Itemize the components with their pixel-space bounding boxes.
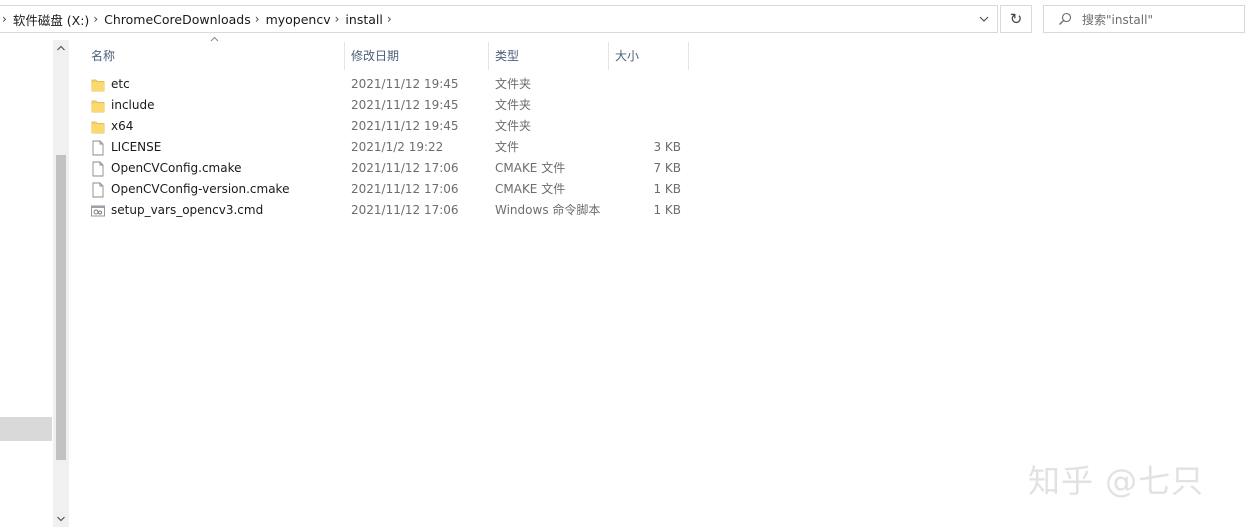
file-size <box>608 74 681 95</box>
breadcrumb-separator[interactable]: › <box>0 12 13 26</box>
file-date: 2021/1/2 19:22 <box>351 140 444 154</box>
column-header-name[interactable]: 名称 <box>88 42 344 70</box>
navigation-pane[interactable] <box>0 40 52 527</box>
column-divider[interactable] <box>344 42 345 70</box>
column-header-size[interactable]: 大小 <box>612 42 688 70</box>
file-icon <box>92 161 104 177</box>
column-divider[interactable] <box>688 42 689 70</box>
breadcrumb-separator[interactable]: › <box>89 12 104 26</box>
file-date: 2021/11/12 17:06 <box>351 161 459 175</box>
file-size: 1 KB <box>653 203 681 217</box>
file-size <box>608 95 681 116</box>
cmd-file-icon <box>91 205 105 217</box>
folder-icon <box>91 79 105 92</box>
file-name: OpenCVConfig-version.cmake <box>111 182 290 196</box>
file-size: 7 KB <box>653 161 681 175</box>
file-row-license[interactable]: LICENSE 2021/1/2 19:22 文件 3 KB <box>88 137 688 158</box>
file-date: 2021/11/12 17:06 <box>351 203 459 217</box>
file-icon <box>92 140 104 156</box>
file-type: Windows 命令脚本 <box>495 203 601 217</box>
address-history-dropdown[interactable] <box>971 6 997 32</box>
file-type: 文件夹 <box>495 98 532 112</box>
column-header-type[interactable]: 类型 <box>492 42 608 70</box>
file-name: LICENSE <box>111 140 162 154</box>
column-header-date[interactable]: 修改日期 <box>348 42 488 70</box>
scroll-up-button[interactable] <box>53 40 69 56</box>
file-name: etc <box>111 77 130 91</box>
chevron-down-icon <box>57 516 65 522</box>
file-type: 文件夹 <box>495 77 532 91</box>
folder-icon <box>91 100 105 113</box>
search-icon <box>1059 12 1072 25</box>
breadcrumb-item-drive[interactable]: 软件磁盘 (X:) <box>13 10 90 29</box>
file-size <box>608 116 681 137</box>
breadcrumb: › 软件磁盘 (X:) › ChromeCoreDownloads › myop… <box>0 6 398 32</box>
breadcrumb-separator[interactable]: › <box>331 12 346 26</box>
chevron-down-icon <box>979 16 989 22</box>
file-size: 3 KB <box>653 140 681 154</box>
file-name: include <box>111 98 155 112</box>
column-divider[interactable] <box>608 42 609 70</box>
file-name: OpenCVConfig.cmake <box>111 161 242 175</box>
file-row-etc[interactable]: etc 2021/11/12 19:45 文件夹 <box>88 74 688 95</box>
scroll-down-button[interactable] <box>53 511 69 527</box>
navigation-scrollbar[interactable] <box>53 40 69 527</box>
folder-icon <box>91 121 105 134</box>
file-date: 2021/11/12 19:45 <box>351 119 459 133</box>
breadcrumb-item-install[interactable]: install <box>345 12 382 27</box>
file-date: 2021/11/12 17:06 <box>351 182 459 196</box>
file-row-opencvconfig-version-cmake[interactable]: OpenCVConfig-version.cmake 2021/11/12 17… <box>88 179 688 200</box>
file-size: 1 KB <box>653 182 681 196</box>
search-box[interactable]: 搜索"install" <box>1043 5 1245 33</box>
scrollbar-thumb[interactable] <box>56 155 66 460</box>
refresh-button[interactable]: ↻ <box>1000 5 1032 33</box>
file-date: 2021/11/12 19:45 <box>351 77 459 91</box>
file-row-opencvconfig-cmake[interactable]: OpenCVConfig.cmake 2021/11/12 17:06 CMAK… <box>88 158 688 179</box>
file-row-setup-vars-cmd[interactable]: setup_vars_opencv3.cmd 2021/11/12 17:06 … <box>88 200 688 221</box>
refresh-icon: ↻ <box>1009 10 1023 28</box>
breadcrumb-separator[interactable]: › <box>251 12 266 26</box>
chevron-up-icon <box>57 45 65 51</box>
file-icon <box>92 182 104 198</box>
file-date: 2021/11/12 19:45 <box>351 98 459 112</box>
breadcrumb-item-chromecoredownloads[interactable]: ChromeCoreDownloads <box>104 12 251 27</box>
watermark: 知乎 @七只 <box>1028 462 1205 500</box>
address-bar[interactable]: › 软件磁盘 (X:) › ChromeCoreDownloads › myop… <box>0 5 998 33</box>
navigation-selected-item[interactable] <box>0 417 52 441</box>
file-name: setup_vars_opencv3.cmd <box>111 203 264 217</box>
file-row-x64[interactable]: x64 2021/11/12 19:45 文件夹 <box>88 116 688 137</box>
file-type: CMAKE 文件 <box>495 182 566 196</box>
file-name: x64 <box>111 119 134 133</box>
search-input[interactable]: 搜索"install" <box>1082 11 1153 28</box>
breadcrumb-separator[interactable]: › <box>383 12 398 26</box>
breadcrumb-item-myopencv[interactable]: myopencv <box>266 12 331 27</box>
column-divider[interactable] <box>488 42 489 70</box>
file-type: 文件夹 <box>495 119 532 133</box>
file-type: 文件 <box>495 140 520 154</box>
file-row-include[interactable]: include 2021/11/12 19:45 文件夹 <box>88 95 688 116</box>
file-type: CMAKE 文件 <box>495 161 566 175</box>
